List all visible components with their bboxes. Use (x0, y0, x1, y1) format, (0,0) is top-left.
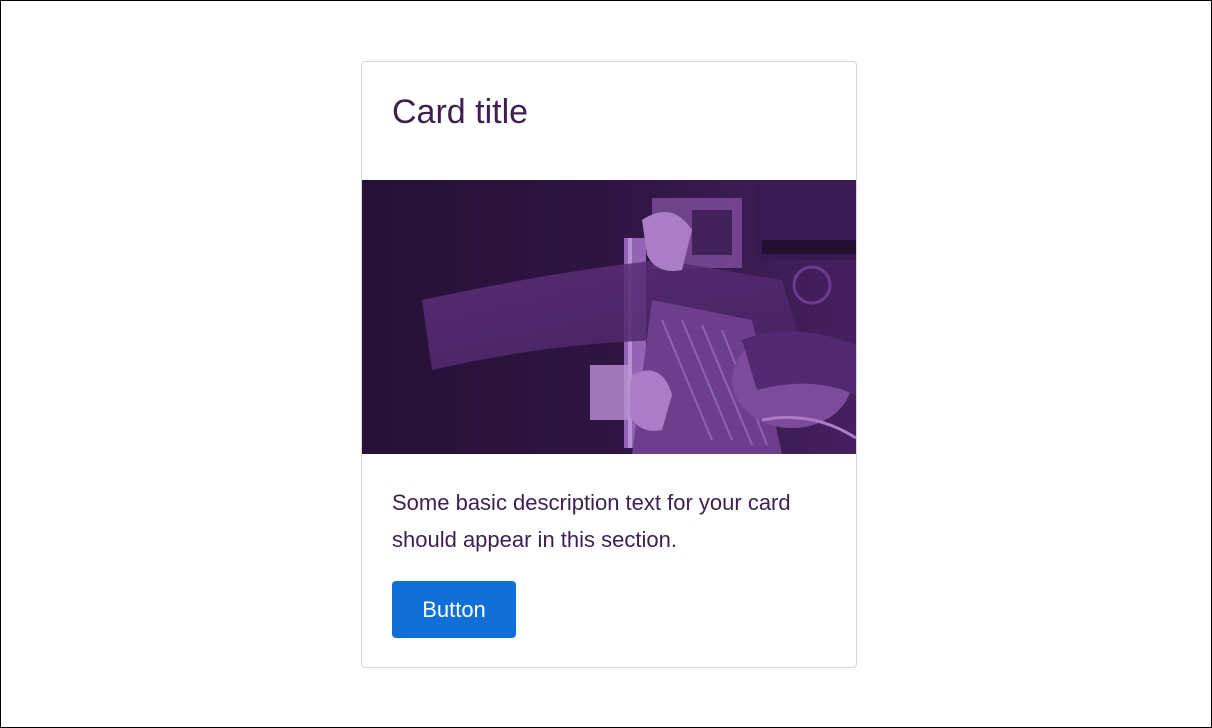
card: Card title Some basic description text f… (361, 61, 857, 668)
card-image (362, 180, 856, 454)
page-frame: Card title Some basic description text f… (0, 0, 1212, 728)
card-photo (362, 180, 856, 454)
card-button[interactable]: Button (392, 581, 516, 638)
card-description: Some basic description text for your car… (392, 490, 791, 552)
card-title: Card title (392, 93, 529, 131)
